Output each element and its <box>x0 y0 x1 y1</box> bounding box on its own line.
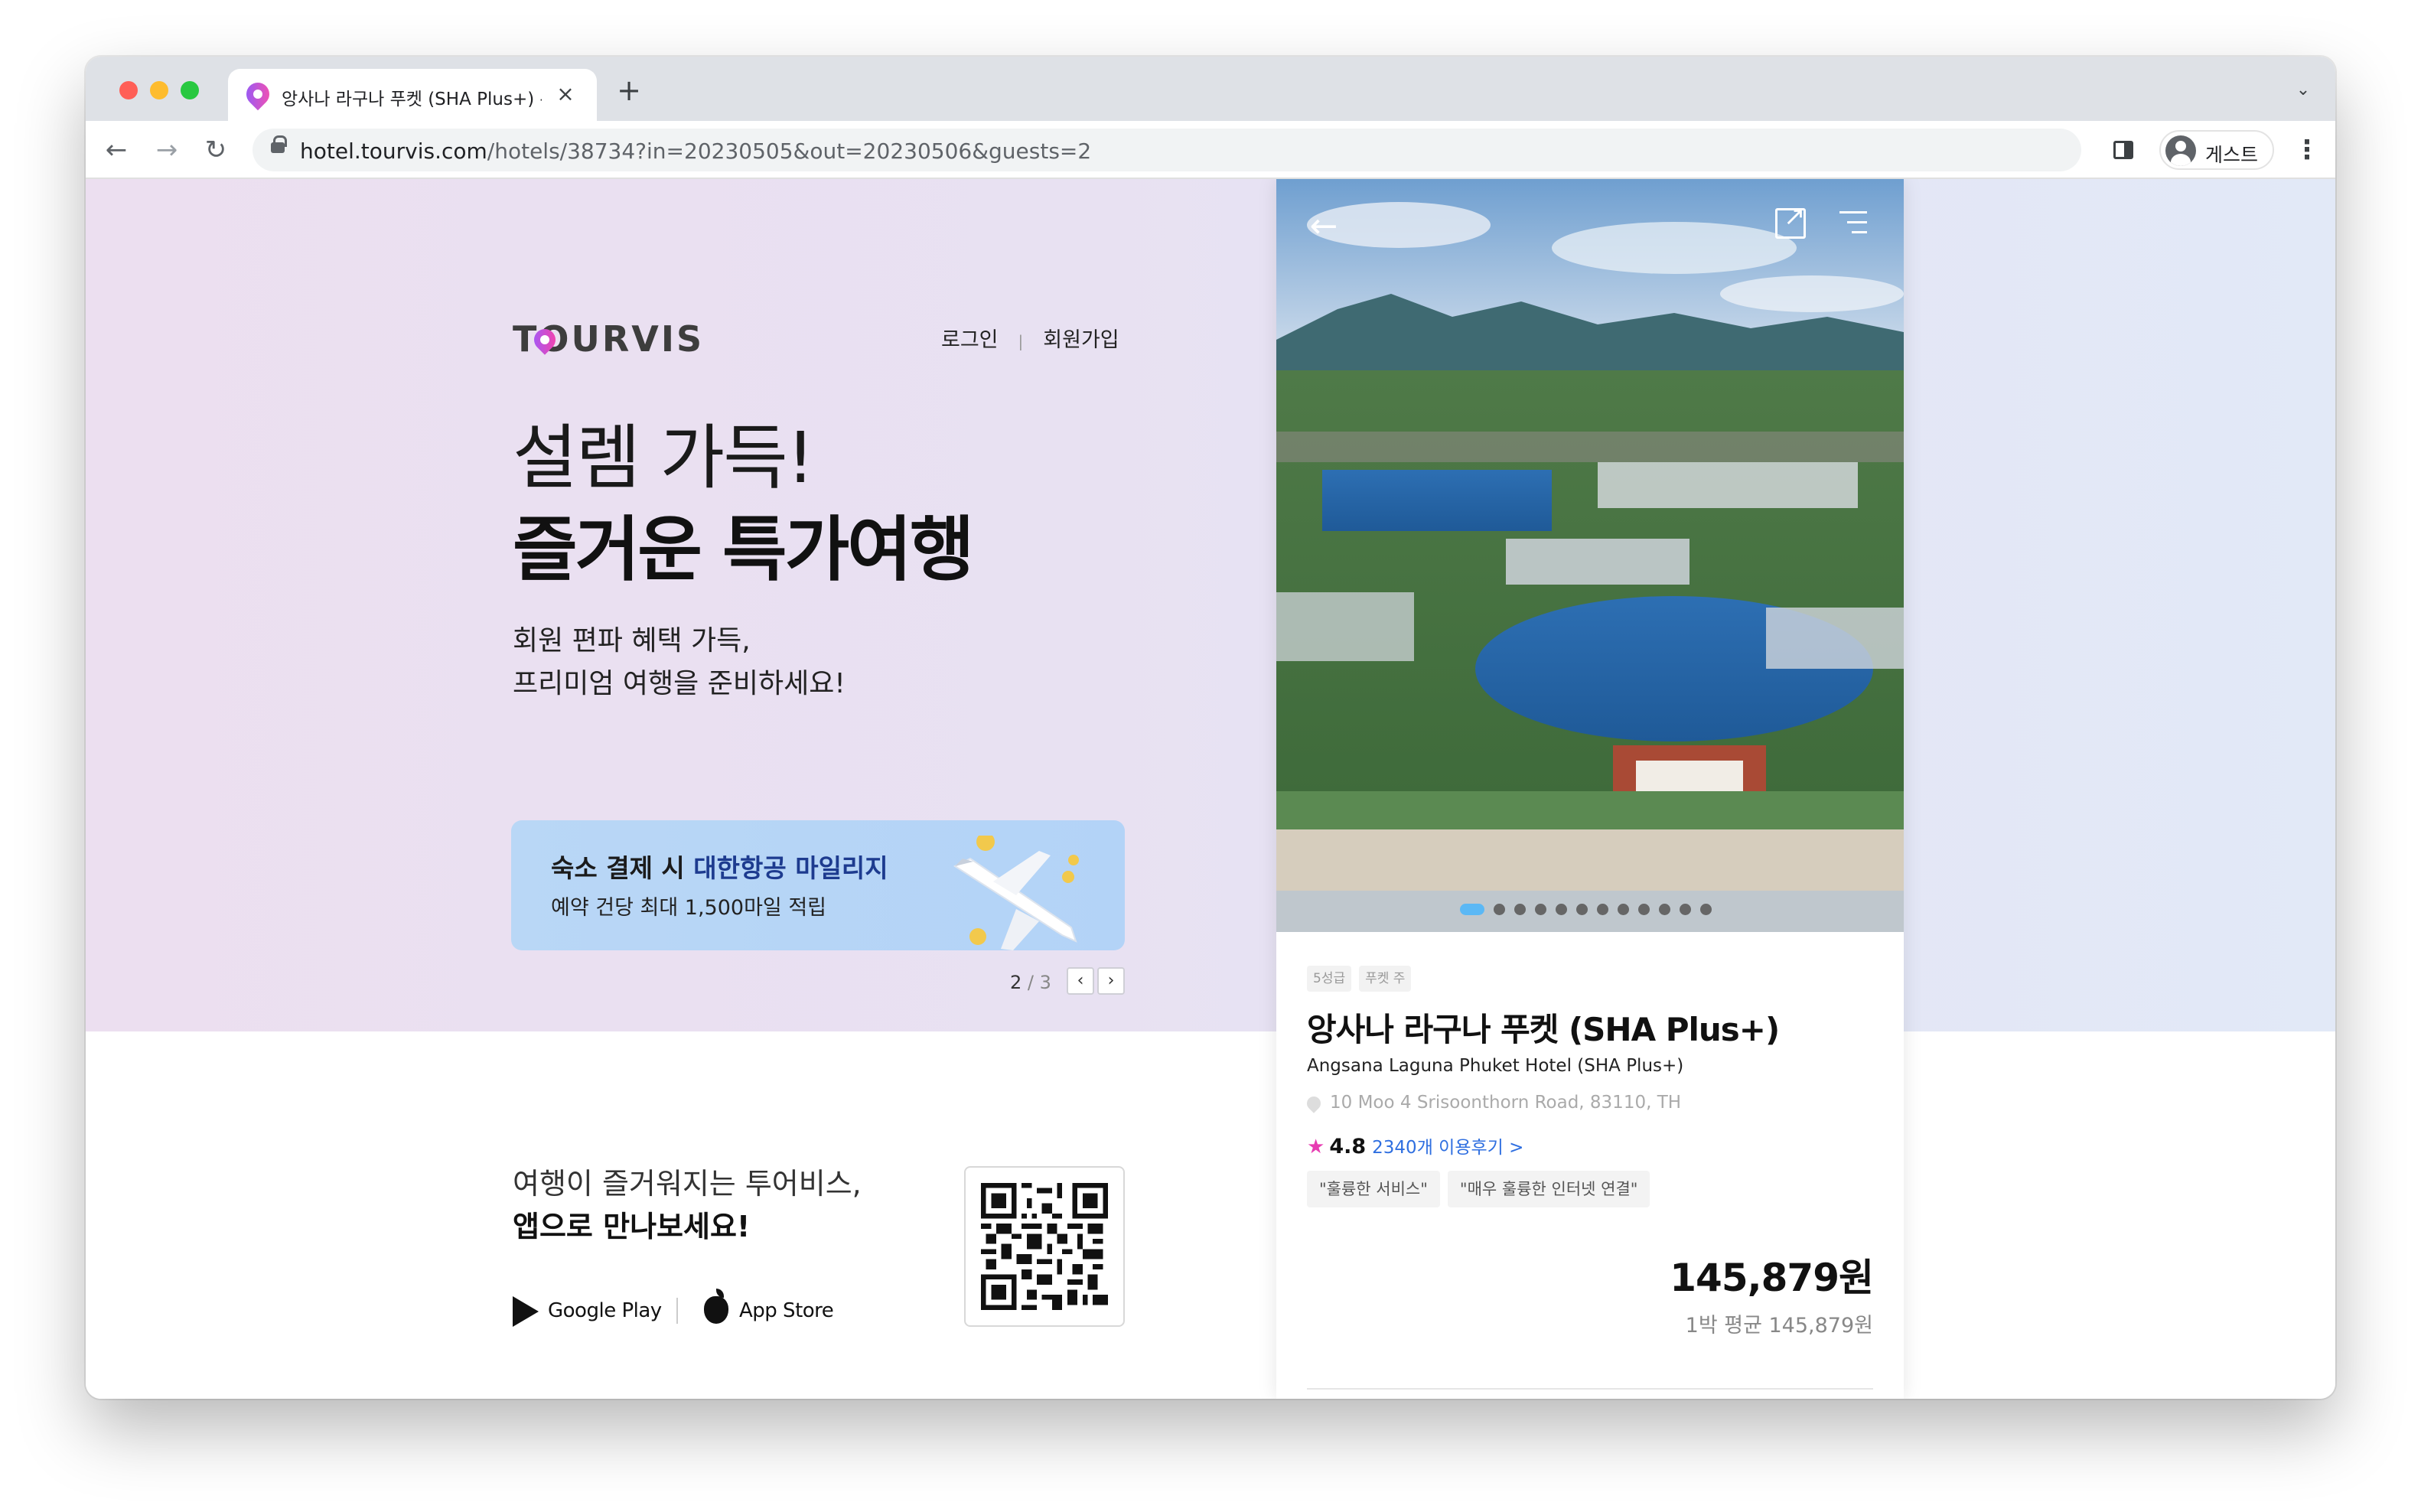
rating-score: 4.8 <box>1329 1135 1367 1158</box>
carousel-dot[interactable] <box>1618 904 1629 915</box>
tourvis-logo[interactable]: TOURVIS <box>513 318 702 364</box>
app-download-qr-code <box>964 1166 1125 1327</box>
browser-window: 앙사나 라구나 푸켓 (SHA Plus+) - × + ⌄ ← → ↻ hot… <box>86 57 2335 1399</box>
auth-separator: | <box>1018 332 1024 350</box>
store-separator <box>676 1298 678 1324</box>
hotel-name-english: Angsana Laguna Phuket Hotel (SHA Plus+) <box>1307 1056 1684 1076</box>
minimize-window-button[interactable] <box>150 81 168 99</box>
review-tags: "훌륭한 서비스" "매우 훌륭한 인터넷 연결" <box>1307 1171 1657 1207</box>
back-arrow-icon[interactable]: ← <box>101 135 132 165</box>
qr-code-icon <box>981 1183 1108 1310</box>
carousel-dot[interactable] <box>1535 904 1546 915</box>
app-promo-line2: 앱으로 만나보세요! <box>513 1210 751 1243</box>
price-per-night: 1박 평균 145,879원 <box>1685 1314 1873 1338</box>
share-icon[interactable] <box>1775 201 1806 239</box>
location-chip: 푸켓 주 <box>1359 966 1412 992</box>
browser-toolbar: ← → ↻ hotel.tourvis.com/hotels/38734?in=… <box>86 121 2335 179</box>
side-panel-icon[interactable] <box>2113 141 2133 159</box>
hotel-name: 앙사나 라구나 푸켓 (SHA Plus+) <box>1307 1011 1780 1048</box>
address-bar[interactable]: hotel.tourvis.com/hotels/38734?in=202305… <box>253 129 2081 171</box>
promo-next-chevron-icon[interactable]: › <box>1097 967 1125 995</box>
promo-banner[interactable]: 숙소 결제 시 대한항공 마일리지 예약 건당 최대 1,500마일 적립 <box>511 820 1125 950</box>
hotel-address: 10 Moo 4 Srisoonthorn Road, 83110, TH <box>1304 1093 1681 1113</box>
review-tag: "매우 훌륭한 인터넷 연결" <box>1447 1171 1650 1207</box>
carousel-dot[interactable] <box>1514 904 1526 915</box>
review-link[interactable]: 2340개 이용후기 > <box>1372 1138 1523 1158</box>
tab-title: 앙사나 라구나 푸켓 (SHA Plus+) - <box>282 90 542 107</box>
kebab-menu-icon[interactable]: ⋮ <box>2294 135 2320 165</box>
hero-subtitle-line1: 회원 편파 혜택 가득, <box>513 625 751 657</box>
hero-background <box>86 179 2335 1031</box>
hero-subtitle-line2: 프리미엄 여행을 준비하세요! <box>513 668 846 699</box>
guest-avatar-icon <box>2165 135 2196 166</box>
browser-tab-active[interactable]: 앙사나 라구나 푸켓 (SHA Plus+) - × <box>228 69 597 121</box>
google-play-icon <box>513 1296 539 1327</box>
hotel-aerial-photo <box>1276 179 1904 932</box>
forward-arrow-icon[interactable]: → <box>152 135 182 165</box>
grade-chip: 5성급 <box>1307 966 1352 992</box>
hero-title-line2: 즐거운 특가여행 <box>513 509 975 591</box>
star-icon: ★ <box>1307 1136 1325 1158</box>
hero-title-line1: 설렘 가득! <box>513 417 815 499</box>
carousel-dot[interactable] <box>1659 904 1670 915</box>
hero-subtitle: 회원 편파 혜택 가득, 프리미엄 여행을 준비하세요! <box>513 620 846 705</box>
tab-bar: 앙사나 라구나 푸켓 (SHA Plus+) - × + ⌄ <box>86 57 2335 121</box>
hotel-price: 145,879원 <box>1670 1256 1874 1300</box>
back-arrow-icon[interactable]: ← <box>1307 210 1341 243</box>
carousel-dot[interactable] <box>1680 904 1691 915</box>
profile-button[interactable]: 게스트 <box>2159 130 2274 170</box>
card-divider <box>1307 1388 1873 1390</box>
page-viewport: TOURVIS 로그인 | 회원가입 설렘 가득! 즐거운 특가여행 회원 편파 혜… <box>86 179 2335 1399</box>
signup-link[interactable]: 회원가입 <box>1043 328 1119 352</box>
rating-row: ★ 4.8 2340개 이용후기 > <box>1307 1132 1523 1158</box>
promo-description: 예약 건당 최대 1,500마일 적립 <box>551 896 827 920</box>
maximize-window-button[interactable] <box>181 81 199 99</box>
auth-links: 로그인 | 회원가입 <box>941 323 1119 353</box>
carousel-dot[interactable] <box>1597 904 1608 915</box>
carousel-dot[interactable] <box>1556 904 1567 915</box>
hotel-chips: 5성급 푸켓 주 <box>1307 966 1419 992</box>
reload-icon[interactable]: ↻ <box>200 135 231 165</box>
tab-search-chevron-icon[interactable]: ⌄ <box>2292 80 2314 101</box>
apple-icon <box>704 1289 728 1324</box>
app-store-label: App Store <box>739 1299 834 1322</box>
close-window-button[interactable] <box>119 81 138 99</box>
airplane-illustration-icon <box>953 836 1079 950</box>
photo-carousel-dots[interactable] <box>1460 901 1721 917</box>
lock-icon[interactable] <box>271 135 287 153</box>
carousel-dot[interactable] <box>1700 904 1712 915</box>
url-text[interactable]: hotel.tourvis.com/hotels/38734?in=202305… <box>300 138 1091 164</box>
promo-prev-chevron-icon[interactable]: ‹ <box>1067 967 1094 995</box>
tab-close-icon[interactable]: × <box>552 81 578 107</box>
carousel-dot[interactable] <box>1638 904 1650 915</box>
hotel-photo[interactable]: ← <box>1276 179 1904 932</box>
carousel-dot[interactable] <box>1460 904 1484 915</box>
promo-title: 숙소 결제 시 대한항공 마일리지 <box>551 853 888 883</box>
carousel-dot[interactable] <box>1576 904 1588 915</box>
carousel-dot[interactable] <box>1494 904 1505 915</box>
review-tag: "훌륭한 서비스" <box>1307 1171 1440 1207</box>
map-pin-icon <box>1304 1093 1324 1113</box>
login-link[interactable]: 로그인 <box>941 328 999 352</box>
app-promo-line1: 여행이 즐거워지는 투어비스, <box>513 1167 862 1201</box>
hotel-mobile-card: ← 5성급 푸켓 주 앙사나 라구나 푸켓 (SHA Plus+) Angsana… <box>1276 179 1904 1399</box>
google-play-label: Google Play <box>548 1299 662 1322</box>
new-tab-icon[interactable]: + <box>614 75 644 106</box>
tourvis-favicon-icon <box>241 77 275 111</box>
profile-name: 게스트 <box>2205 144 2259 166</box>
hamburger-menu-icon[interactable] <box>1839 211 1867 234</box>
promo-pager-count: 2 / 3 <box>1010 972 1051 993</box>
